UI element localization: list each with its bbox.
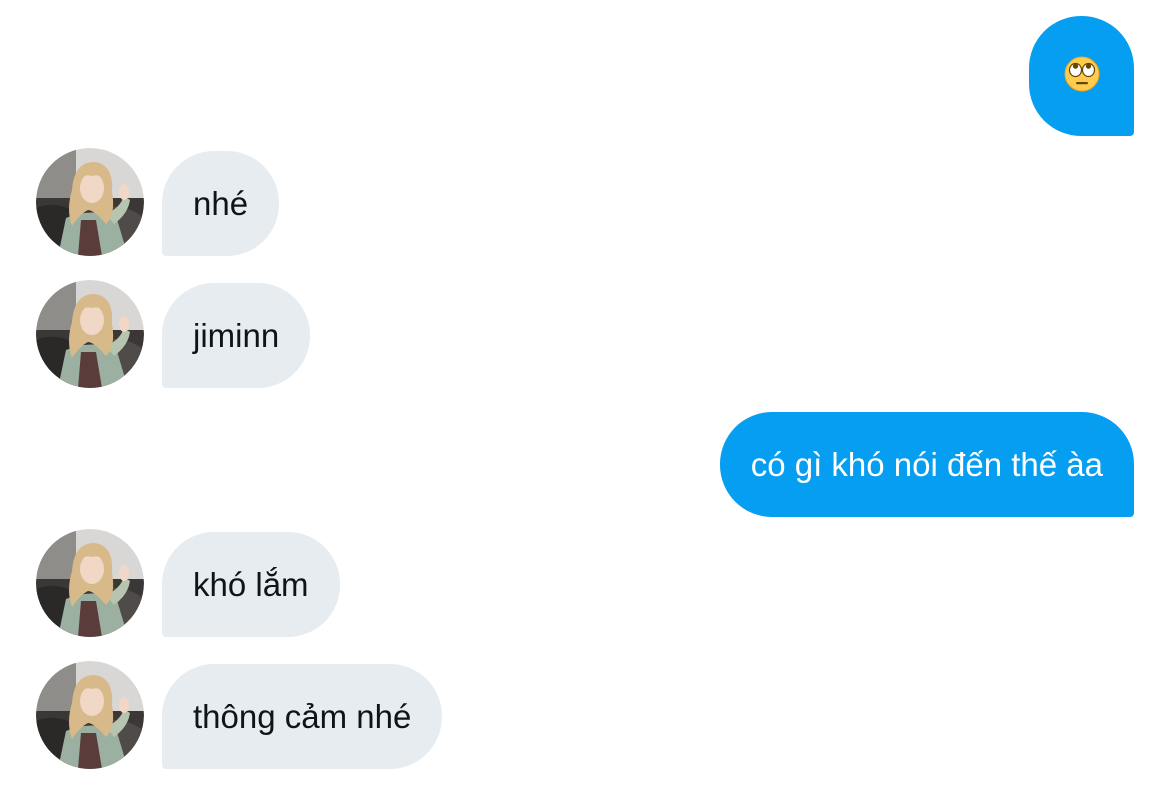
incoming-message-bubble[interactable]: jiminn [162,283,311,388]
contact-avatar[interactable] [36,280,144,388]
incoming-message-bubble[interactable]: khó lắm [162,532,340,637]
rolling-eyes-emoji-icon [1064,56,1100,97]
message-text: thông cảm nhé [193,698,412,735]
incoming-message-bubble[interactable]: nhé [162,151,280,256]
contact-avatar[interactable] [36,661,144,769]
incoming-message-bubble[interactable]: thông cảm nhé [162,664,443,769]
contact-avatar[interactable] [36,529,144,637]
message-text: có gì khó nói đến thế àa [750,446,1103,483]
message-text: nhé [193,185,249,222]
message-text: jiminn [193,317,280,354]
outgoing-message-bubble[interactable]: có gì khó nói đến thế àa [719,412,1134,517]
contact-avatar[interactable] [36,148,144,256]
message-text: khó lắm [193,566,309,603]
outgoing-message-bubble[interactable]: 🙄 [1029,16,1134,136]
